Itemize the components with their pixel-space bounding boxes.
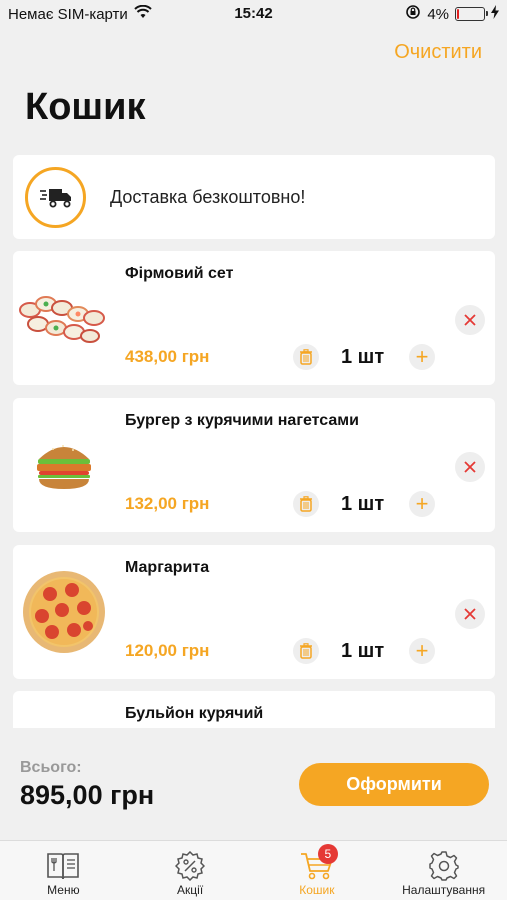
battery-percent: 4% [427, 5, 449, 23]
item-name: Бульйон курячий [125, 705, 264, 722]
battery-icon [455, 7, 488, 21]
tab-cart[interactable]: 5 Кошик [254, 841, 381, 900]
item-name: Маргарита [125, 559, 210, 576]
status-bar: Немає SIM-карти 15:42 4% [0, 0, 507, 28]
tab-settings-label: Налаштування [402, 883, 486, 897]
item-price: 132,00 грн [125, 494, 210, 513]
trash-icon[interactable] [293, 491, 319, 517]
tab-settings[interactable]: Налаштування [380, 841, 507, 900]
item-quantity: 1 шт [341, 493, 385, 515]
close-icon[interactable] [455, 305, 485, 335]
page-title: Кошик [25, 86, 146, 128]
plus-icon[interactable]: + [409, 344, 435, 370]
total-label: Всього: [20, 759, 82, 776]
tab-promotions[interactable]: Акції [127, 841, 254, 900]
checkout-button[interactable]: Оформити [299, 763, 489, 806]
tab-menu-label: Меню [47, 883, 80, 897]
charging-bolt-icon [491, 5, 499, 23]
menu-book-icon [46, 849, 80, 883]
cart-icon: 5 [300, 844, 338, 883]
item-quantity: 1 шт [341, 640, 385, 662]
sushi-set-image [17, 271, 111, 365]
trash-icon[interactable] [293, 638, 319, 664]
orientation-lock-icon [405, 4, 421, 24]
burger-image [17, 418, 111, 512]
cart-count-badge: 5 [317, 844, 338, 864]
pizza-image [17, 565, 111, 659]
cart-item: Маргарита 120,00 грн 1 шт + [13, 545, 495, 679]
cart-list[interactable]: Доставка безкоштовно! Фірмовий сет 438,0… [13, 155, 495, 728]
delivery-text: Доставка безкоштовно! [110, 187, 306, 207]
discount-gear-icon [175, 849, 206, 883]
tab-promotions-label: Акції [177, 883, 204, 897]
item-price: 438,00 грн [125, 347, 210, 366]
cart-item: Бульйон курячий [13, 691, 495, 728]
plus-icon[interactable]: + [409, 491, 435, 517]
cart-item: Бургер з курячими нагетсами 132,00 грн 1… [13, 398, 495, 532]
close-icon[interactable] [455, 599, 485, 629]
total-value: 895,00 грн [20, 780, 155, 810]
trash-icon[interactable] [293, 344, 319, 370]
tab-menu[interactable]: Меню [0, 841, 127, 900]
item-name: Фірмовий сет [125, 265, 234, 282]
status-right: 4% [405, 4, 499, 24]
settings-gear-icon [428, 849, 459, 883]
delivery-truck-icon [25, 167, 86, 228]
plus-icon[interactable]: + [409, 638, 435, 664]
item-name: Бургер з курячими нагетсами [125, 412, 359, 429]
close-icon[interactable] [455, 452, 485, 482]
item-quantity: 1 шт [341, 346, 385, 368]
delivery-banner: Доставка безкоштовно! [13, 155, 495, 239]
tab-bar: Меню Акції 5 Кошик Налаштування [0, 840, 507, 900]
tab-cart-label: Кошик [299, 883, 335, 897]
cart-item: Фірмовий сет 438,00 грн 1 шт + [13, 251, 495, 385]
clear-cart-button[interactable]: Очистити [394, 41, 482, 64]
item-price: 120,00 грн [125, 641, 210, 660]
